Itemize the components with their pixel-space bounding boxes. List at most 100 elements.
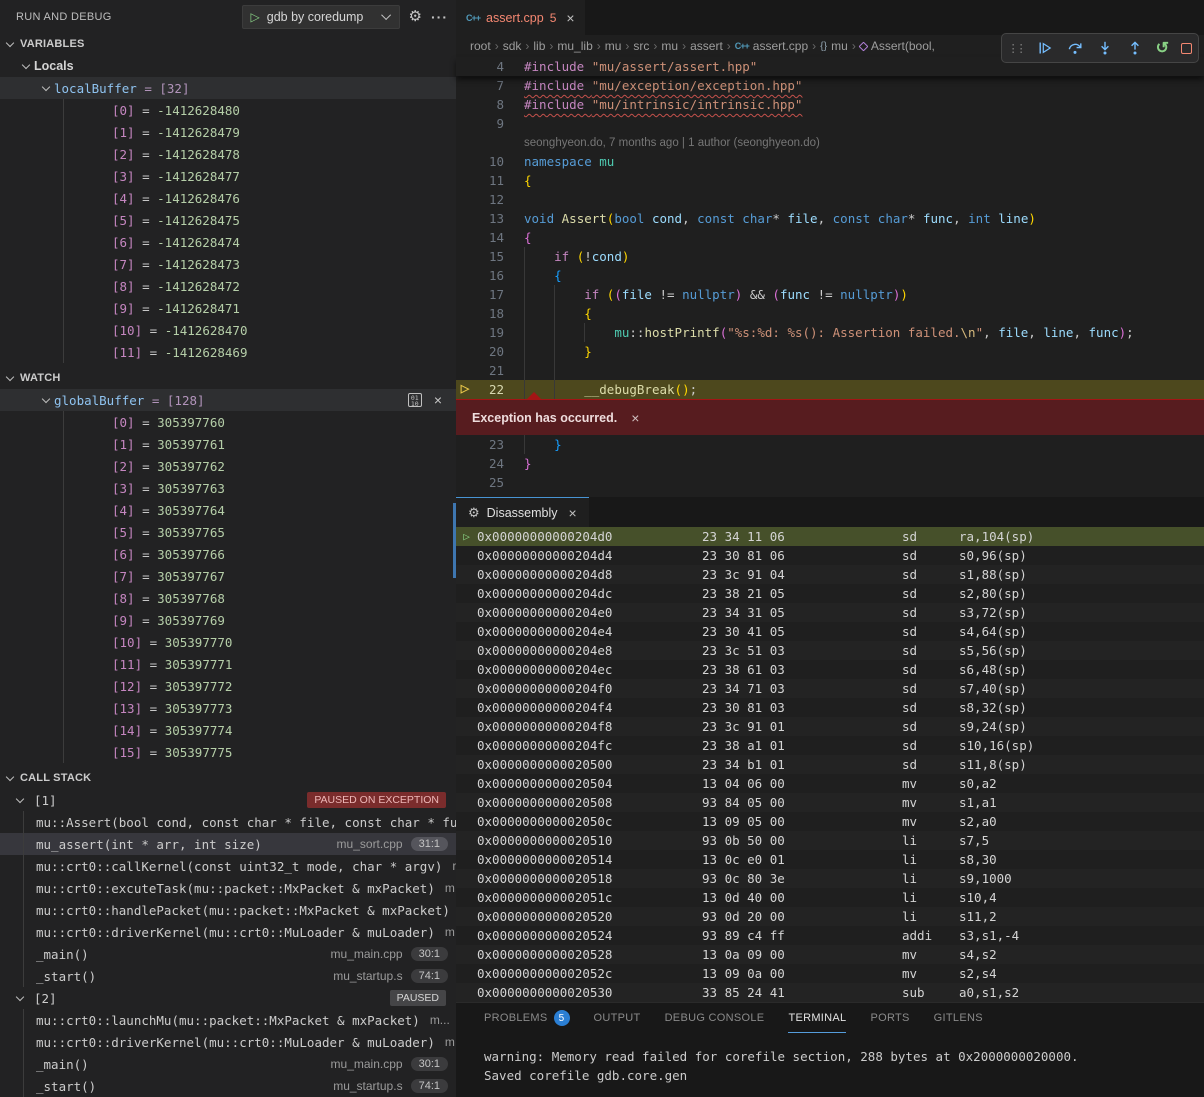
code-line[interactable]: 25	[456, 473, 1204, 492]
disasm-row[interactable]: 0x000000000002051413 0c e0 01lis8,30	[456, 850, 1204, 869]
disasm-row[interactable]: 0x000000000002050023 34 b1 01sds11,8(sp)	[456, 755, 1204, 774]
watch-row[interactable]: [2] = 305397762	[0, 455, 456, 477]
code-line[interactable]: 14{	[456, 228, 1204, 247]
panel-tab-ports[interactable]: PORTS	[870, 1003, 909, 1033]
grip-icon[interactable]: ⋮⋮	[1008, 42, 1024, 55]
watch-section-header[interactable]: WATCH	[0, 367, 456, 389]
watch-row[interactable]: [3] = 305397763	[0, 477, 456, 499]
disasm-row[interactable]: 0x000000000002050893 84 05 00mvs1,a1	[456, 793, 1204, 812]
code-line[interactable]: 13void Assert(bool cond, const char* fil…	[456, 209, 1204, 228]
debug-config-dropdown[interactable]: ▷ gdb by coredump	[242, 5, 400, 29]
code-line[interactable]: seonghyeon.do, 7 months ago | 1 author (…	[456, 133, 1204, 152]
disasm-row[interactable]: 0x000000000002052813 0a 09 00mvs4,s2	[456, 945, 1204, 964]
watch-row[interactable]: [9] = 305397769	[0, 609, 456, 631]
disasm-row[interactable]: 0x000000000002051093 0b 50 00lis7,5	[456, 831, 1204, 850]
watch-row[interactable]: [1] = 305397761	[0, 433, 456, 455]
disasm-row[interactable]: 0x00000000000204e823 3c 51 03sds5,56(sp)	[456, 641, 1204, 660]
code-line[interactable]: 8#include "mu/intrinsic/intrinsic.hpp"	[456, 95, 1204, 114]
panel-tab-debug-console[interactable]: DEBUG CONSOLE	[665, 1003, 765, 1033]
watch-row[interactable]: [15] = 305397775	[0, 741, 456, 763]
watch-row[interactable]: [10] = 305397770	[0, 631, 456, 653]
watch-row[interactable]: [5] = 305397765	[0, 521, 456, 543]
watch-row[interactable]: [12] = 305397772	[0, 675, 456, 697]
variable-row[interactable]: [2] = -1412628478	[0, 143, 456, 165]
disasm-row[interactable]: 0x000000000002050c13 09 05 00mvs2,a0	[456, 812, 1204, 831]
continue-button[interactable]	[1036, 39, 1054, 57]
watch-row[interactable]: [7] = 305397767	[0, 565, 456, 587]
code-line[interactable]: 24}	[456, 454, 1204, 473]
code-line[interactable]: 9	[456, 114, 1204, 133]
disasm-row[interactable]: 0x00000000000204f823 3c 91 01sds9,24(sp)	[456, 717, 1204, 736]
breadcrumb-item[interactable]: mu	[605, 39, 622, 53]
step-into-button[interactable]	[1096, 39, 1114, 57]
breadcrumb-item[interactable]: mu_lib	[557, 39, 592, 53]
panel-tab-problems[interactable]: PROBLEMS5	[484, 1003, 570, 1033]
code-line[interactable]: 23 }	[456, 435, 1204, 454]
panel-tab-gitlens[interactable]: GITLENS	[934, 1003, 983, 1033]
variable-row[interactable]: [4] = -1412628476	[0, 187, 456, 209]
tab-disassembly[interactable]: ⚙ Disassembly ×	[456, 497, 589, 527]
remove-watch-icon[interactable]: ×	[434, 393, 442, 407]
stack-frame[interactable]: mu::crt0::handlePacket(mu::packet::MxPac…	[0, 899, 456, 921]
terminal-output[interactable]: warning: Memory read failed for corefile…	[456, 1033, 1204, 1085]
disasm-row[interactable]: ▷0x00000000000204d023 34 11 06sdra,104(s…	[456, 527, 1204, 546]
step-over-button[interactable]	[1066, 39, 1084, 57]
close-icon[interactable]: ×	[631, 410, 639, 426]
disasm-row[interactable]: 0x00000000000204f023 34 71 03sds7,40(sp)	[456, 679, 1204, 698]
close-icon[interactable]: ×	[569, 505, 577, 521]
code-line[interactable]: ▷22 __debugBreak();	[456, 380, 1204, 399]
stack-frame[interactable]: _main()mu_main.cpp30:1	[0, 1053, 456, 1075]
breadcrumb-item[interactable]: {}mu	[820, 39, 848, 53]
breadcrumb-item[interactable]: root	[470, 39, 491, 53]
disasm-row[interactable]: 0x00000000000204dc23 38 21 05sds2,80(sp)	[456, 584, 1204, 603]
breadcrumb-item[interactable]: Assert(bool,	[860, 39, 935, 53]
stack-frame[interactable]: mu_assert(int * arr, int size)mu_sort.cp…	[0, 833, 456, 855]
breadcrumb-item[interactable]: lib	[533, 39, 545, 53]
panel-tab-output[interactable]: OUTPUT	[594, 1003, 641, 1033]
disasm-row[interactable]: 0x00000000000204e023 34 31 05sds3,72(sp)	[456, 603, 1204, 622]
code-line[interactable]: 12	[456, 190, 1204, 209]
panel-tab-terminal[interactable]: TERMINAL	[788, 1003, 846, 1033]
disassembly-view[interactable]: ▷0x00000000000204d023 34 11 06sdra,104(s…	[456, 527, 1204, 1002]
variable-row[interactable]: [9] = -1412628471	[0, 297, 456, 319]
variables-section-header[interactable]: VARIABLES	[0, 33, 456, 55]
thread-row[interactable]: [2]PAUSED	[0, 987, 456, 1009]
tab-assert-cpp[interactable]: C++ assert.cpp 5 ×	[456, 0, 586, 35]
gear-icon[interactable]: ⚙	[409, 9, 422, 24]
disasm-row[interactable]: 0x00000000000204d823 3c 91 04sds1,88(sp)	[456, 565, 1204, 584]
locals-scope-row[interactable]: Locals	[0, 55, 456, 77]
stack-frame[interactable]: mu::crt0::excuteTask(mu::packet::MxPacke…	[0, 877, 456, 899]
code-line[interactable]: 18 {	[456, 304, 1204, 323]
disasm-row[interactable]: 0x000000000002052493 89 c4 ffaddis3,s1,-…	[456, 926, 1204, 945]
code-line[interactable]: 15 if (!cond)	[456, 247, 1204, 266]
callstack-section-header[interactable]: CALL STACK	[0, 767, 456, 789]
disasm-row[interactable]: 0x000000000002052093 0d 20 00lis11,2	[456, 907, 1204, 926]
disasm-row[interactable]: 0x000000000002052c13 09 0a 00mvs2,s4	[456, 964, 1204, 983]
local-buffer-row[interactable]: localBuffer = [32]	[0, 77, 456, 99]
variable-row[interactable]: [8] = -1412628472	[0, 275, 456, 297]
watch-row[interactable]: [8] = 305397768	[0, 587, 456, 609]
variable-row[interactable]: [3] = -1412628477	[0, 165, 456, 187]
hex-view-icon[interactable]: 0110	[408, 393, 422, 407]
variable-row[interactable]: [5] = -1412628475	[0, 209, 456, 231]
variable-row[interactable]: [7] = -1412628473	[0, 253, 456, 275]
code-line[interactable]: 20 }	[456, 342, 1204, 361]
step-out-button[interactable]	[1126, 39, 1144, 57]
variable-row[interactable]: [1] = -1412628479	[0, 121, 456, 143]
variable-row[interactable]: [0] = -1412628480	[0, 99, 456, 121]
stack-frame[interactable]: mu::crt0::launchMu(mu::packet::MxPacket …	[0, 1009, 456, 1031]
stack-frame[interactable]: _start()mu_startup.s74:1	[0, 1075, 456, 1097]
variable-row[interactable]: [10] = -1412628470	[0, 319, 456, 341]
close-icon[interactable]: ×	[566, 10, 574, 26]
variable-row[interactable]: [6] = -1412628474	[0, 231, 456, 253]
code-line[interactable]: 19 mu::hostPrintf("%s:%d: %s(): Assertio…	[456, 323, 1204, 342]
code-line[interactable]: 10namespace mu	[456, 152, 1204, 171]
stack-frame[interactable]: mu::crt0::driverKernel(mu::crt0::MuLoade…	[0, 1031, 456, 1053]
variable-row[interactable]: [11] = -1412628469	[0, 341, 456, 363]
code-line[interactable]: 7#include "mu/exception/exception.hpp"	[456, 76, 1204, 95]
disasm-row[interactable]: 0x00000000000204d423 30 81 06sds0,96(sp)	[456, 546, 1204, 565]
breadcrumb-item[interactable]: mu	[661, 39, 678, 53]
disasm-row[interactable]: 0x000000000002053033 85 24 41suba0,s1,s2	[456, 983, 1204, 1002]
watch-row[interactable]: [13] = 305397773	[0, 697, 456, 719]
code-line[interactable]: 17 if ((file != nullptr) && (func != nul…	[456, 285, 1204, 304]
